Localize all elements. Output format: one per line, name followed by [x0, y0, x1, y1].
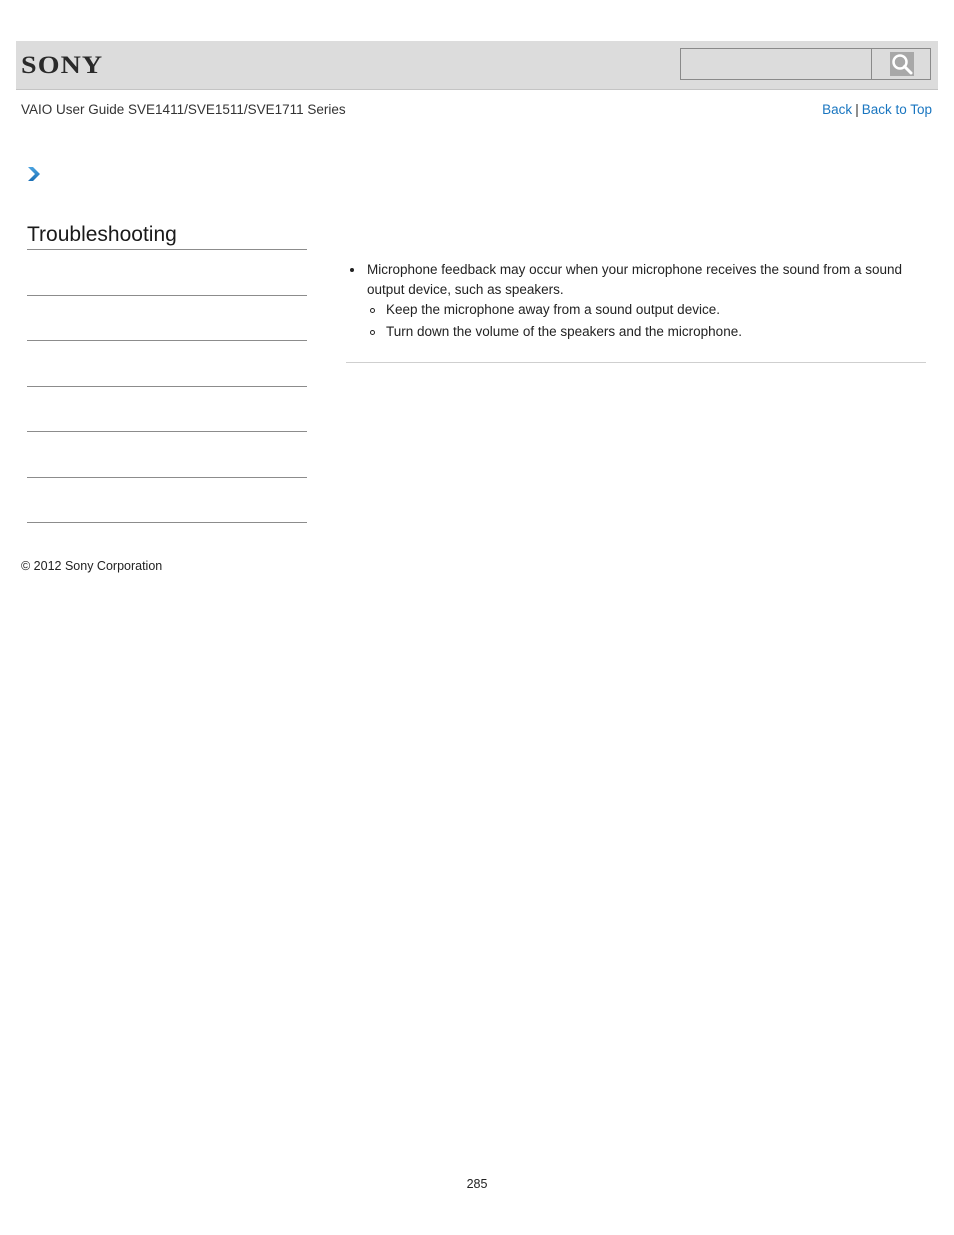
- search-input[interactable]: [681, 49, 872, 79]
- bullet-text: Microphone feedback may occur when your …: [367, 262, 903, 297]
- copyright: © 2012 Sony Corporation: [21, 559, 163, 573]
- bullet-icon: [350, 268, 354, 272]
- header-bar: SONY: [16, 41, 938, 90]
- chevron-right-icon[interactable]: [26, 165, 42, 183]
- sidebar-item-divider: [27, 340, 307, 341]
- back-to-top-link[interactable]: Back to Top: [862, 102, 932, 117]
- nav-links: Back | Back to Top: [822, 102, 932, 117]
- sub-item-text: Keep the microphone away from a sound ou…: [386, 302, 720, 317]
- sidebar-item-divider: [27, 295, 307, 296]
- nav-separator: |: [855, 102, 859, 117]
- search-icon: [890, 52, 914, 76]
- sidebar-item-divider: [27, 431, 307, 432]
- page-number: 285: [466, 1177, 488, 1191]
- sidebar-title-divider: [27, 249, 307, 250]
- sidebar-item-divider: [27, 522, 307, 523]
- sidebar-title: Troubleshooting: [27, 223, 177, 246]
- circle-bullet-icon: [370, 308, 375, 313]
- sony-logo[interactable]: SONY: [21, 52, 103, 80]
- guide-title: VAIO User Guide SVE1411/SVE1511/SVE1711 …: [21, 102, 346, 117]
- main-content: Microphone feedback may occur when your …: [346, 260, 926, 344]
- content-divider: [346, 362, 926, 363]
- bullet-list: Microphone feedback may occur when your …: [346, 260, 926, 342]
- sub-item-text: Turn down the volume of the speakers and…: [386, 324, 742, 339]
- back-link[interactable]: Back: [822, 102, 852, 117]
- sidebar-item-divider: [27, 386, 307, 387]
- sub-list-item: Keep the microphone away from a sound ou…: [367, 300, 926, 320]
- search-box: [680, 48, 931, 80]
- list-item: Microphone feedback may occur when your …: [346, 260, 926, 342]
- sidebar-item-divider: [27, 477, 307, 478]
- circle-bullet-icon: [370, 330, 375, 335]
- sub-list-item: Turn down the volume of the speakers and…: [367, 322, 926, 342]
- search-button[interactable]: [872, 49, 930, 79]
- sub-list: Keep the microphone away from a sound ou…: [367, 300, 926, 342]
